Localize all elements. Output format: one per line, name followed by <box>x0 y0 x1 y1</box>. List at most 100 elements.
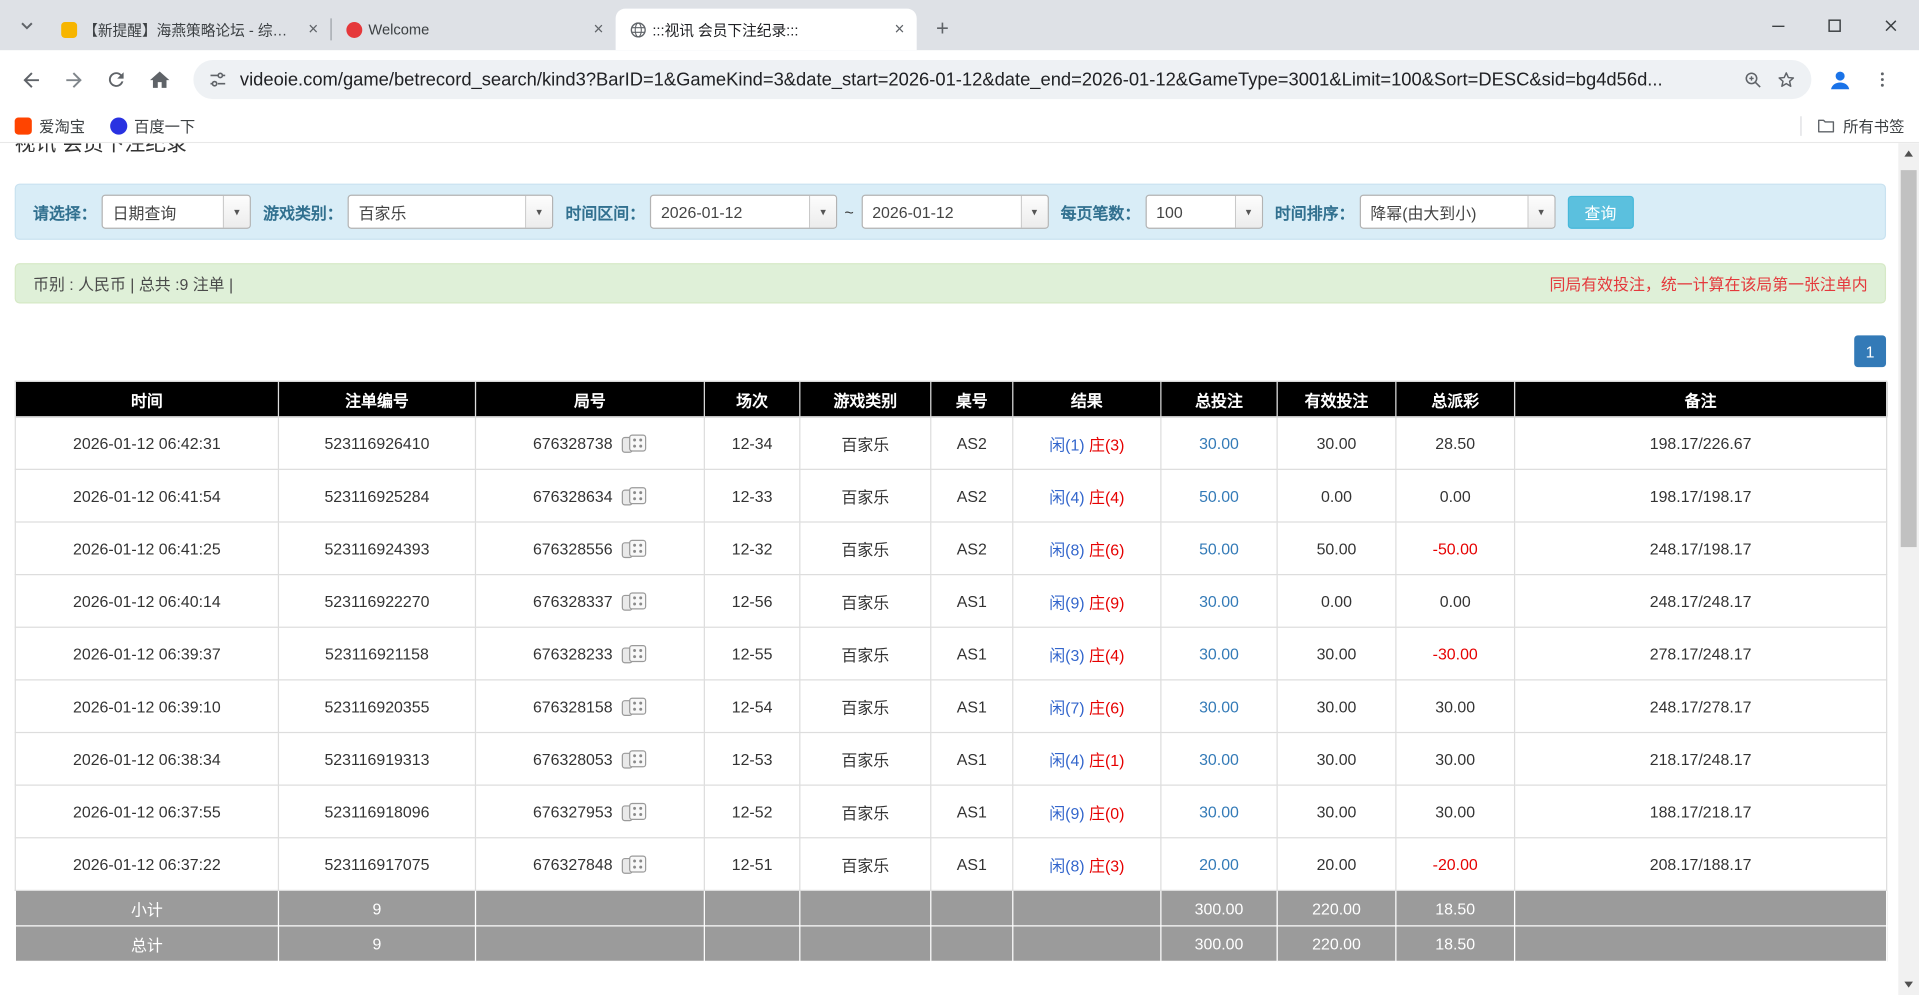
address-bar[interactable]: videoie.com/game/betrecord_search/kind3?… <box>193 60 1811 99</box>
cell-table-no: AS2 <box>931 417 1013 470</box>
dice-icon[interactable] <box>620 696 647 717</box>
taobao-icon <box>15 117 32 134</box>
bookmark-taobao[interactable]: 爱淘宝 <box>15 114 85 137</box>
payout-value: 30.00 <box>1435 697 1475 715</box>
cell-round-no: 676328337 <box>475 575 704 628</box>
cell-result: 闲(7) 庄(6) <box>1013 680 1161 733</box>
cell-bet-no: 523116925284 <box>278 469 475 522</box>
refresh-button[interactable] <box>98 61 135 98</box>
column-header: 时间 <box>15 381 278 416</box>
close-window-button[interactable] <box>1863 0 1919 50</box>
cell-payout: -20.00 <box>1396 838 1515 891</box>
forward-button[interactable] <box>55 61 92 98</box>
tab-betrecord[interactable]: :::视讯 会员下注纪录::: × <box>616 9 917 51</box>
dice-icon[interactable] <box>620 643 647 664</box>
profile-avatar[interactable] <box>1821 61 1858 98</box>
cell-round-no: 676327848 <box>475 838 704 891</box>
result-player: 闲(4) <box>1049 751 1084 769</box>
site-info-tune-icon[interactable] <box>208 70 228 90</box>
query-type-select[interactable]: 日期查询 ▾ <box>102 195 251 229</box>
total-bet-link[interactable]: 30.00 <box>1199 697 1239 715</box>
cell-total-bet: 30.00 <box>1161 733 1277 786</box>
cell-bet-no: 523116917075 <box>278 838 475 891</box>
tab-close-icon[interactable]: × <box>589 20 609 40</box>
tab-search-button[interactable] <box>12 11 41 40</box>
result-player: 闲(7) <box>1049 698 1084 716</box>
total-bet-link[interactable]: 30.00 <box>1199 802 1239 820</box>
date-end-select[interactable]: 2026-01-12 ▾ <box>861 195 1048 229</box>
total-bet-link[interactable]: 20.00 <box>1199 855 1239 873</box>
cell-bet-no: 523116918096 <box>278 785 475 838</box>
cell-total-bet: 30.00 <box>1161 680 1277 733</box>
game-type-select[interactable]: 百家乐 ▾ <box>348 195 554 229</box>
dice-icon[interactable] <box>620 748 647 769</box>
column-header: 场次 <box>704 381 799 416</box>
total-bet-link[interactable]: 30.00 <box>1199 434 1239 452</box>
tab-welcome[interactable]: Welcome × <box>332 9 616 51</box>
payout-value: 0.00 <box>1440 592 1471 610</box>
total-bet-link[interactable]: 30.00 <box>1199 592 1239 610</box>
welcome-favicon-icon <box>344 20 364 40</box>
tab-close-icon[interactable]: × <box>890 20 910 40</box>
query-type-value: 日期查询 <box>103 200 223 223</box>
payout-value: 30.00 <box>1435 750 1475 768</box>
cell-time: 2026-01-12 06:41:25 <box>15 522 278 575</box>
home-button[interactable] <box>141 61 178 98</box>
dice-icon[interactable] <box>620 801 647 822</box>
dice-icon[interactable] <box>620 538 647 559</box>
scrollbar-thumb[interactable] <box>1901 170 1917 547</box>
result-player: 闲(1) <box>1049 435 1084 453</box>
bookmark-star-icon[interactable] <box>1776 69 1797 90</box>
cell-round-no: 676328634 <box>475 469 704 522</box>
cell-round-no: 676327953 <box>475 785 704 838</box>
scroll-up-button[interactable] <box>1898 143 1919 164</box>
maximize-button[interactable] <box>1806 0 1862 50</box>
bet-records-table: 时间注单编号局号场次游戏类别桌号结果总投注有效投注总派彩备注 2026-01-1… <box>15 381 1888 962</box>
total-bet-link[interactable]: 50.00 <box>1199 487 1239 505</box>
footer-cell: 220.00 <box>1277 890 1396 925</box>
result-player: 闲(8) <box>1049 856 1084 874</box>
cell-table-no: AS1 <box>931 680 1013 733</box>
back-arrow-icon <box>19 68 42 91</box>
globe-favicon-icon <box>628 20 648 40</box>
zoom-icon[interactable] <box>1743 69 1764 90</box>
cell-note: 188.17/218.17 <box>1515 785 1887 838</box>
sort-order-select[interactable]: 降幂(由大到小) ▾ <box>1359 195 1555 229</box>
new-tab-button[interactable]: + <box>926 12 958 44</box>
date-start-select[interactable]: 2026-01-12 ▾ <box>650 195 837 229</box>
all-bookmarks-button[interactable]: 所有书签 <box>1816 114 1904 137</box>
minimize-icon <box>1771 18 1786 33</box>
payout-value: -20.00 <box>1433 855 1478 873</box>
footer-cell <box>475 890 704 925</box>
forum-favicon-icon <box>59 20 79 40</box>
dice-icon[interactable] <box>620 433 647 454</box>
dice-icon[interactable] <box>620 854 647 875</box>
page-size-select[interactable]: 100 ▾ <box>1145 195 1262 229</box>
total-bet-link[interactable]: 30.00 <box>1199 644 1239 662</box>
cell-result: 闲(3) 庄(4) <box>1013 627 1161 680</box>
cell-valid-bet: 20.00 <box>1277 838 1396 891</box>
back-button[interactable] <box>12 61 49 98</box>
cell-session: 12-34 <box>704 417 799 470</box>
scroll-down-button[interactable] <box>1898 974 1919 995</box>
page-1-button[interactable]: 1 <box>1854 335 1886 367</box>
cell-session: 12-54 <box>704 680 799 733</box>
footer-cell: 18.50 <box>1396 926 1515 961</box>
dice-icon[interactable] <box>620 591 647 612</box>
tab-close-icon[interactable]: × <box>304 20 324 40</box>
url-text: videoie.com/game/betrecord_search/kind3?… <box>240 69 1731 90</box>
minimize-button[interactable] <box>1750 0 1806 50</box>
search-button[interactable]: 查询 <box>1567 195 1633 228</box>
filter-label-game: 游戏类别： <box>263 200 343 223</box>
cell-time: 2026-01-12 06:41:54 <box>15 469 278 522</box>
tab-title: 【新提醒】海燕策略论坛 - 综合... <box>83 19 298 40</box>
cell-payout: -50.00 <box>1396 522 1515 575</box>
total-bet-link[interactable]: 30.00 <box>1199 750 1239 768</box>
menu-button[interactable] <box>1864 61 1901 98</box>
cell-payout: -30.00 <box>1396 627 1515 680</box>
total-bet-link[interactable]: 50.00 <box>1199 539 1239 557</box>
tab-forum[interactable]: 【新提醒】海燕策略论坛 - 综合... × <box>47 9 331 51</box>
date-separator: ~ <box>845 203 854 221</box>
dice-icon[interactable] <box>620 485 647 506</box>
bookmark-baidu[interactable]: 百度一下 <box>110 114 196 137</box>
